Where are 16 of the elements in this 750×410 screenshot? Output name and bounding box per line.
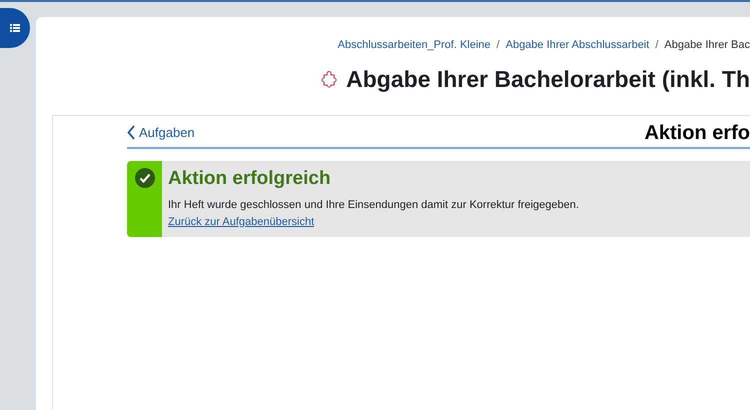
- overview-link[interactable]: Zurück zur Aufgabenübersicht: [168, 216, 314, 228]
- breadcrumb-link[interactable]: Abschlussarbeiten_Prof. Kleine: [338, 39, 491, 51]
- breadcrumb-separator: /: [655, 39, 658, 51]
- section-heading: Aktion erfo: [644, 122, 750, 145]
- alert-message: Ihr Heft wurde geschlossen und Ihre Einsendungen damit zur Korrektur freigegeben.: [168, 199, 579, 212]
- alert-title: Aktion erfolgreich: [168, 167, 332, 191]
- sidebar-toggle-button[interactable]: [0, 8, 30, 48]
- checkmark-icon: [134, 168, 154, 188]
- list-icon: [10, 24, 20, 32]
- breadcrumb-separator: /: [496, 39, 500, 51]
- page-title: Abgabe Ihrer Bachelorarbeit (inkl. Th: [346, 66, 750, 93]
- breadcrumb-current: Abgabe Ihrer Bac: [664, 39, 750, 51]
- breadcrumb-link[interactable]: Abgabe Ihrer Abschlussarbeit: [506, 39, 650, 51]
- puzzle-icon: [320, 70, 338, 88]
- chevron-left-icon: [127, 125, 135, 140]
- back-link[interactable]: Aufgaben: [127, 125, 195, 140]
